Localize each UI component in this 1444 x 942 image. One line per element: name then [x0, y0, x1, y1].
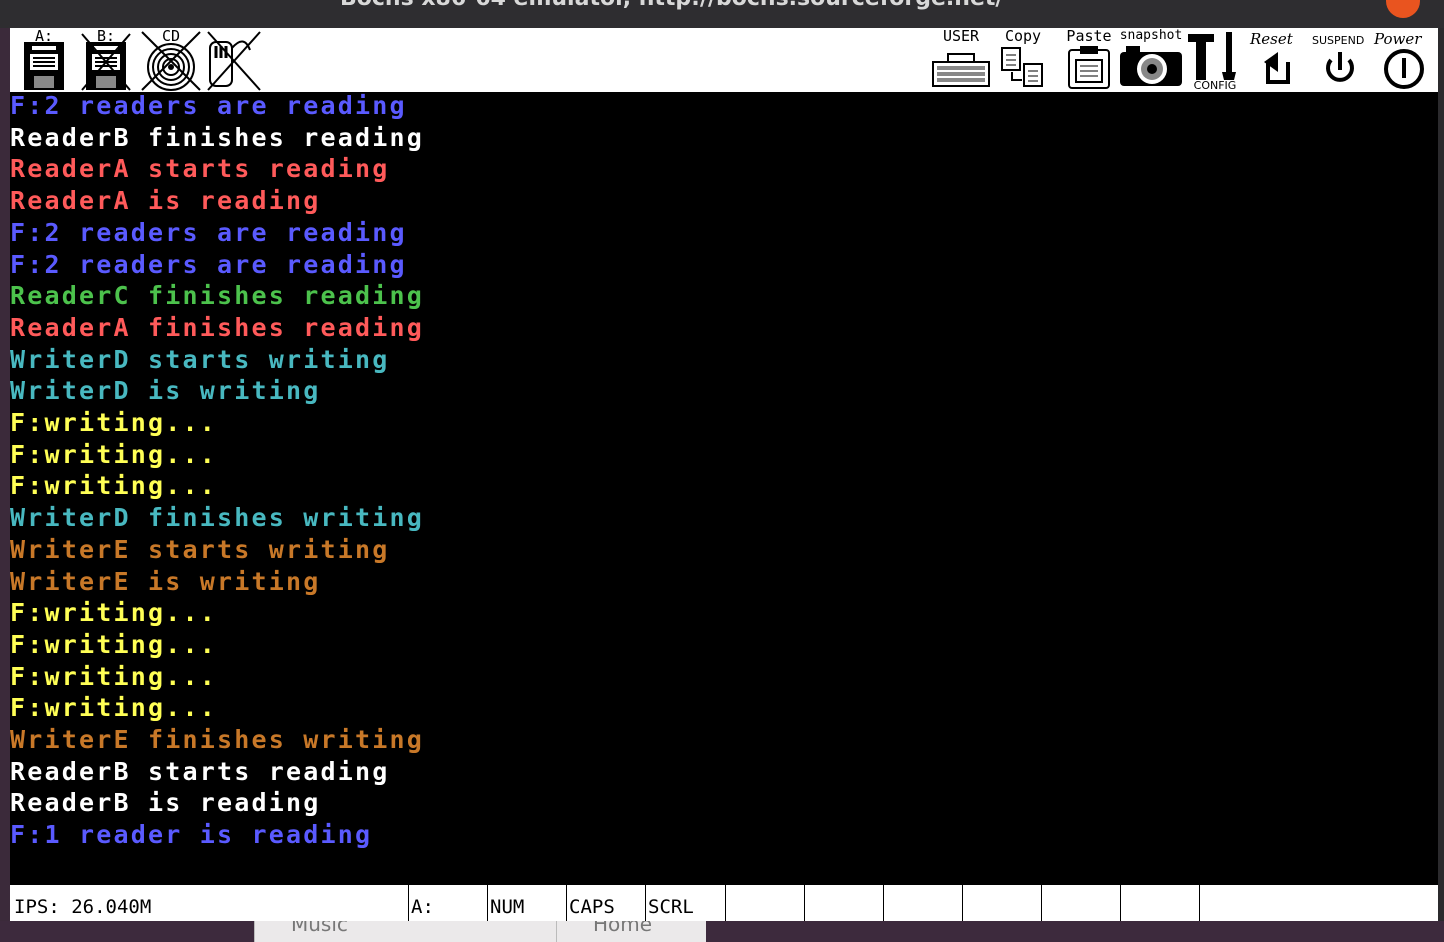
- bochs-toolbar: A: B: CD USER Copy Paste snapshot CONFIG…: [10, 28, 1438, 92]
- status-cell: [962, 885, 1041, 921]
- reset-button[interactable]: [1256, 28, 1300, 92]
- clipboard-icon: [1068, 46, 1110, 89]
- mouse-button[interactable]: [204, 28, 264, 92]
- console-screen[interactable]: F:2 readers are reading ReaderB finishes …: [10, 92, 1438, 885]
- status-cell: [1041, 885, 1120, 921]
- status-cell: [1199, 885, 1438, 921]
- console-line: F:writing...: [10, 439, 218, 469]
- console-line: F:writing...: [10, 693, 218, 723]
- taskbar-item-music[interactable]: Music: [254, 921, 556, 942]
- mouse-icon: [207, 31, 261, 91]
- console-line: F:writing...: [10, 471, 218, 501]
- copy-icon: [1001, 47, 1043, 87]
- taskbar-item-label: Music: [291, 921, 348, 936]
- console-line: F:writing...: [10, 629, 218, 659]
- status-cell: [804, 885, 883, 921]
- floppy-a-button[interactable]: A:: [18, 28, 70, 92]
- scroll-lock-indicator: SCRL: [645, 885, 725, 921]
- status-cell: [883, 885, 962, 921]
- window-close-button[interactable]: [1386, 0, 1420, 18]
- desktop-taskbar: Music Home: [0, 921, 1444, 942]
- snapshot-button[interactable]: snapshot: [1116, 28, 1186, 92]
- console-line: ReaderA finishes reading: [10, 312, 425, 342]
- camera-icon: [1120, 46, 1182, 86]
- power-icon: [1384, 49, 1424, 89]
- status-cell: [1120, 885, 1199, 921]
- console-line: F:writing...: [10, 408, 218, 437]
- status-cell: [725, 885, 804, 921]
- console-line: ReaderA is reading: [10, 186, 321, 216]
- console-line: ReaderC finishes reading: [10, 281, 425, 311]
- console-line: F:1 reader is reading: [10, 820, 373, 850]
- taskbar-item-label: Home: [593, 921, 653, 936]
- floppy-b-button[interactable]: B:: [80, 28, 132, 92]
- reset-icon: [1264, 52, 1290, 84]
- console-line: ReaderB finishes reading: [10, 122, 425, 152]
- console-line: ReaderB is reading: [10, 788, 321, 818]
- floppy-icon: [24, 42, 64, 90]
- console-line: WriterE is writing: [10, 566, 321, 596]
- console-line: F:2 readers are reading: [10, 217, 407, 247]
- taskbar-item-home[interactable]: Home: [556, 921, 706, 942]
- status-bar: IPS: 26.040M A: NUM CAPS SCRL: [10, 885, 1438, 921]
- console-line: WriterD is writing: [10, 376, 321, 406]
- power-button[interactable]: [1380, 28, 1428, 92]
- console-line: WriterD starts writing: [10, 344, 390, 374]
- suspend-icon: [1326, 52, 1354, 82]
- window-title: Bochs x86-64 emulator, http://bochs.sour…: [340, 0, 1003, 11]
- paste-button[interactable]: Paste: [1064, 28, 1114, 92]
- ips-indicator: IPS: 26.040M: [14, 896, 152, 918]
- console-line: WriterE starts writing: [10, 534, 390, 564]
- console-line: WriterE finishes writing: [10, 725, 425, 754]
- user-button[interactable]: USER: [930, 28, 992, 92]
- window-titlebar: Bochs x86-64 emulator, http://bochs.sour…: [0, 0, 1444, 28]
- console-line: ReaderA starts reading: [10, 154, 390, 184]
- copy-button[interactable]: Copy: [998, 28, 1048, 92]
- console-line: F:2 readers are reading: [10, 249, 407, 279]
- suspend-button[interactable]: [1318, 28, 1362, 92]
- desktop-background: [1438, 28, 1444, 942]
- cdrom-icon: [141, 31, 201, 91]
- config-label: CONFIG: [1193, 79, 1237, 92]
- config-button[interactable]: CONFIG: [1182, 28, 1248, 92]
- drive-indicator: A:: [408, 885, 487, 921]
- console-line: F:writing...: [10, 598, 218, 628]
- console-line: F:writing...: [10, 661, 218, 691]
- caps-lock-indicator: CAPS: [566, 885, 645, 921]
- console-line: WriterD finishes writing: [10, 503, 425, 533]
- console-line: ReaderB starts reading: [10, 756, 390, 786]
- cdrom-button[interactable]: CD: [138, 28, 204, 92]
- console-line: F:2 readers are reading: [10, 92, 407, 120]
- floppy-icon: [81, 33, 131, 91]
- num-lock-indicator: NUM: [487, 885, 566, 921]
- keyboard-icon: [932, 53, 990, 87]
